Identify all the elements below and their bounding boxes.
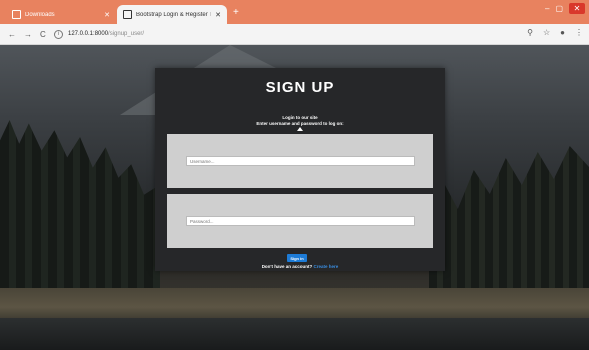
plus-icon[interactable]: + xyxy=(233,7,239,18)
tab-downloads[interactable]: Downloads ✕ xyxy=(6,5,116,24)
sign-in-button[interactable]: Sign in xyxy=(287,254,307,262)
signup-card: SIGN UP Login to our site Enter username… xyxy=(155,68,445,271)
user-icon xyxy=(297,127,303,131)
account-icon[interactable]: ● xyxy=(560,28,565,37)
page-icon xyxy=(123,10,132,19)
window-controls: – ▢ ✕ xyxy=(545,3,585,14)
browser-tab-bar: Downloads ✕ Bootstrap Login & Register T… xyxy=(0,0,589,24)
tab-label: Bootstrap Login & Register Tem... xyxy=(136,11,211,18)
username-input[interactable] xyxy=(186,156,415,166)
forest-image-right xyxy=(429,146,589,290)
address-host: 127.0.0.1:8000 xyxy=(68,31,109,37)
info-icon[interactable]: i xyxy=(54,29,63,39)
menu-icon[interactable]: ⋮ xyxy=(575,28,583,37)
star-icon[interactable]: ☆ xyxy=(543,28,550,37)
address-path: /signup_user/ xyxy=(108,31,145,37)
shore-image xyxy=(0,288,589,320)
close-icon[interactable]: ✕ xyxy=(104,11,110,19)
password-input[interactable] xyxy=(186,216,415,226)
signup-instructions: Enter username and password to log on: xyxy=(256,121,344,126)
maximize-icon[interactable]: ▢ xyxy=(555,4,563,13)
back-icon[interactable]: ← xyxy=(8,30,16,39)
username-panel xyxy=(167,134,433,188)
create-account-link[interactable]: Create here xyxy=(314,264,339,269)
signup-title: SIGN UP xyxy=(265,79,335,96)
forest-image-left xyxy=(0,120,160,290)
signup-subtitle: Login to our site xyxy=(282,115,318,120)
tab-bootstrap-login[interactable]: Bootstrap Login & Register Tem... ✕ xyxy=(117,5,227,24)
account-prompt: Don't have an account? xyxy=(261,264,313,269)
browser-toolbar: ← → C i 127.0.0.1:8000 /signup_user/ ⚲ ☆… xyxy=(0,24,589,45)
password-panel xyxy=(167,194,433,248)
forward-icon[interactable]: → xyxy=(24,30,32,39)
toolbar-actions: ⚲ ☆ ● ⋮ xyxy=(527,28,583,37)
lake-image xyxy=(0,318,589,350)
address-bar[interactable]: i 127.0.0.1:8000 /signup_user/ xyxy=(54,27,524,41)
page-icon xyxy=(12,10,21,19)
reload-icon[interactable]: C xyxy=(40,30,46,39)
zoom-icon[interactable]: ⚲ xyxy=(527,28,533,37)
tab-label: Downloads xyxy=(25,11,55,18)
account-line: Don't have an account? Create here xyxy=(155,264,445,269)
page-background: SIGN UP Login to our site Enter username… xyxy=(0,45,589,350)
window-close-icon[interactable]: ✕ xyxy=(569,3,585,14)
close-icon[interactable]: ✕ xyxy=(215,11,221,19)
minimize-icon[interactable]: – xyxy=(545,4,549,13)
